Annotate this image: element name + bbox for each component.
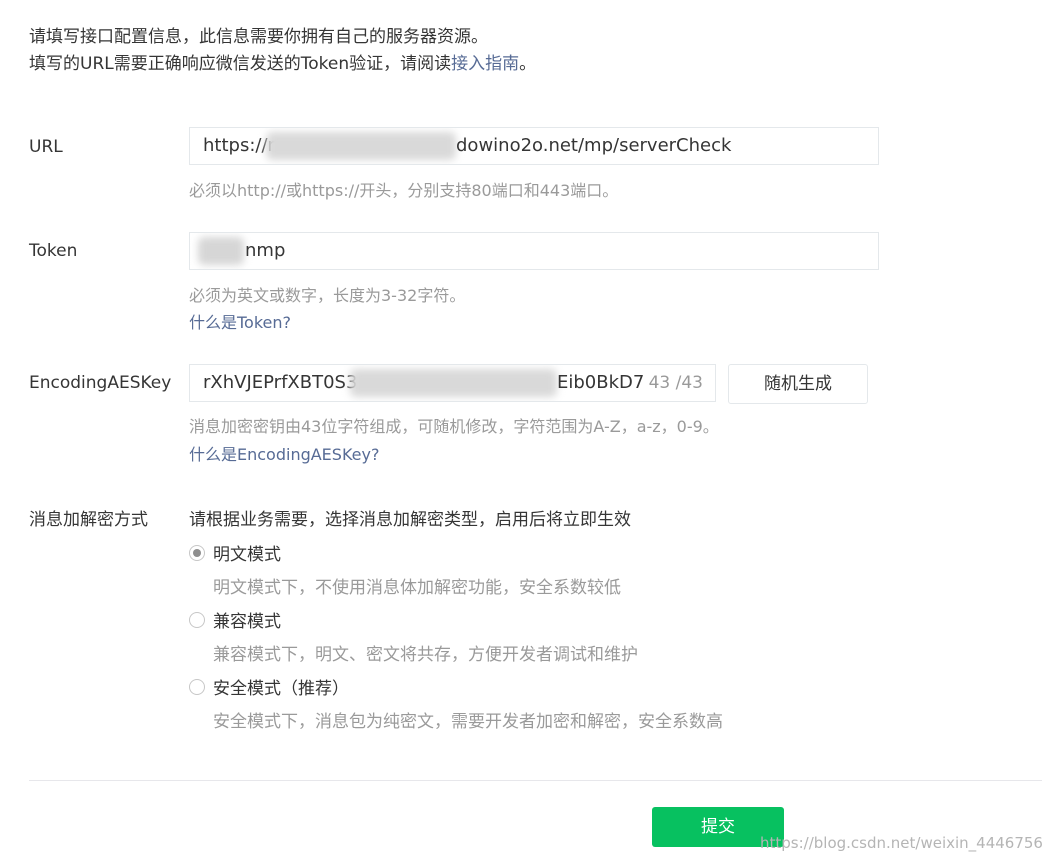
- radio-secure-mode[interactable]: 安全模式（推荐）: [189, 674, 349, 699]
- what-is-token-link[interactable]: 什么是Token?: [189, 309, 291, 333]
- random-generate-button[interactable]: 随机生成: [728, 364, 868, 404]
- encryption-mode-label: 消息加解密方式: [29, 510, 148, 530]
- secure-mode-label: 安全模式（推荐）: [213, 679, 349, 699]
- token-value-end: nmp: [245, 240, 286, 261]
- intro-line-2-suffix: 。: [519, 54, 537, 74]
- aeskey-label: EncodingAESKey: [29, 373, 172, 393]
- token-tip: 必须为英文或数字，长度为3-32字符。: [189, 286, 466, 305]
- compatible-mode-note: 兼容模式下，明文、密文将共存，方便开发者调试和维护: [213, 645, 638, 665]
- radio-unchecked-icon[interactable]: [189, 678, 205, 695]
- intro-line-2: 填写的URL需要正确响应微信发送的Token验证，请阅读接入指南。: [29, 51, 536, 78]
- access-guide-link[interactable]: 接入指南: [451, 54, 519, 74]
- token-label: Token: [29, 241, 78, 261]
- aeskey-char-counter: 43 /43: [644, 365, 703, 401]
- token-redaction: [198, 237, 244, 265]
- blog-watermark: https://blog.csdn.net/weixin_44467567: [760, 834, 1042, 852]
- url-value-start: https://r: [203, 135, 275, 156]
- aeskey-tip: 消息加密密钥由43位字符组成，可随机修改，字符范围为A-Z，a-z，0-9。: [189, 417, 719, 436]
- secure-mode-note: 安全模式下，消息包为纯密文，需要开发者加密和解密，安全系数高: [213, 712, 723, 732]
- token-input[interactable]: nmp: [189, 232, 879, 270]
- url-tip: 必须以http://或https://开头，分别支持80端口和443端口。: [189, 181, 619, 200]
- radio-plaintext-mode[interactable]: 明文模式: [189, 540, 281, 565]
- radio-compatible-mode[interactable]: 兼容模式: [189, 607, 281, 632]
- intro-line-1: 请填写接口配置信息，此信息需要你拥有自己的服务器资源。: [29, 27, 488, 47]
- intro-text: 请填写接口配置信息，此信息需要你拥有自己的服务器资源。 填写的URL需要正确响应…: [29, 24, 536, 78]
- aeskey-value-end: Eib0BkD7: [557, 372, 645, 393]
- plaintext-mode-note: 明文模式下，不使用消息体加解密功能，安全系数较低: [213, 578, 621, 598]
- aeskey-redaction: [350, 369, 557, 397]
- intro-line-2-prefix: 填写的URL需要正确响应微信发送的Token验证，请阅读: [29, 54, 452, 74]
- url-value-end: dowino2o.net/mp/serverCheck: [456, 135, 732, 156]
- plaintext-mode-label: 明文模式: [213, 545, 281, 565]
- what-is-aeskey-link[interactable]: 什么是EncodingAESKey?: [189, 441, 379, 465]
- aeskey-value-start: rXhVJEPrfXBT0S3: [203, 372, 358, 393]
- url-redaction: [266, 132, 456, 160]
- encryption-description: 请根据业务需要，选择消息加解密类型，启用后将立即生效: [189, 510, 631, 530]
- aeskey-input[interactable]: rXhVJEPrfXBT0S3 Eib0BkD7 43 /43: [189, 364, 716, 402]
- footer-divider: [29, 780, 1042, 781]
- url-label: URL: [29, 137, 63, 157]
- url-input[interactable]: https://r dowino2o.net/mp/serverCheck: [189, 127, 879, 165]
- radio-checked-icon[interactable]: [189, 544, 205, 561]
- radio-unchecked-icon[interactable]: [189, 611, 205, 628]
- compatible-mode-label: 兼容模式: [213, 612, 281, 632]
